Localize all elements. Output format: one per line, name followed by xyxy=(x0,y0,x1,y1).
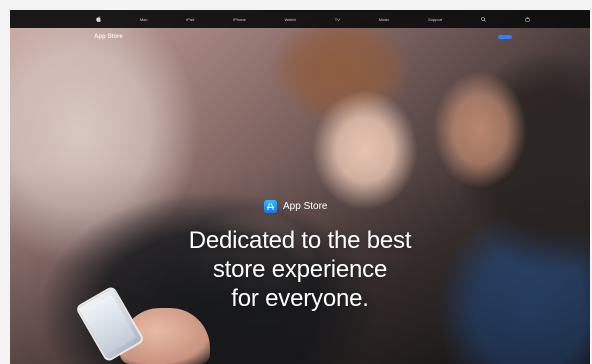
nav-item-watch[interactable]: Watch xyxy=(285,17,296,22)
app-store-badge: App Store xyxy=(264,200,327,213)
search-icon-svg xyxy=(481,16,486,22)
nav-item-music[interactable]: Music xyxy=(379,17,389,22)
apple-logo-svg xyxy=(96,16,101,22)
nav-item-iphone[interactable]: iPhone xyxy=(233,17,245,22)
search-icon[interactable] xyxy=(481,16,486,22)
nav-item-ipad[interactable]: iPad xyxy=(186,17,194,22)
bag-icon[interactable] xyxy=(525,16,530,22)
local-nav: App Store xyxy=(10,28,590,46)
global-nav: Mac iPad iPhone Watch TV Music Support xyxy=(10,10,590,28)
badge-label: App Store xyxy=(283,201,328,212)
local-nav-title[interactable]: App Store xyxy=(94,34,123,40)
hero-headline: Dedicated to the best store experience f… xyxy=(120,226,480,313)
nav-item-mac[interactable]: Mac xyxy=(140,17,148,22)
cta-button[interactable] xyxy=(498,35,512,39)
app-store-glyph xyxy=(266,202,275,211)
headline-line-2: store experience xyxy=(212,256,388,283)
browser-viewport: Mac iPad iPhone Watch TV Music Support A… xyxy=(10,10,590,364)
app-store-icon xyxy=(264,200,277,213)
bag-icon-svg xyxy=(525,16,530,22)
nav-item-tv[interactable]: TV xyxy=(335,17,340,22)
nav-item-support[interactable]: Support xyxy=(428,17,442,22)
headline-line-1: Dedicated to the best xyxy=(188,227,412,254)
local-nav-actions xyxy=(488,35,512,39)
apple-logo-icon[interactable] xyxy=(96,16,101,22)
headline-line-3: for everyone. xyxy=(231,285,369,312)
